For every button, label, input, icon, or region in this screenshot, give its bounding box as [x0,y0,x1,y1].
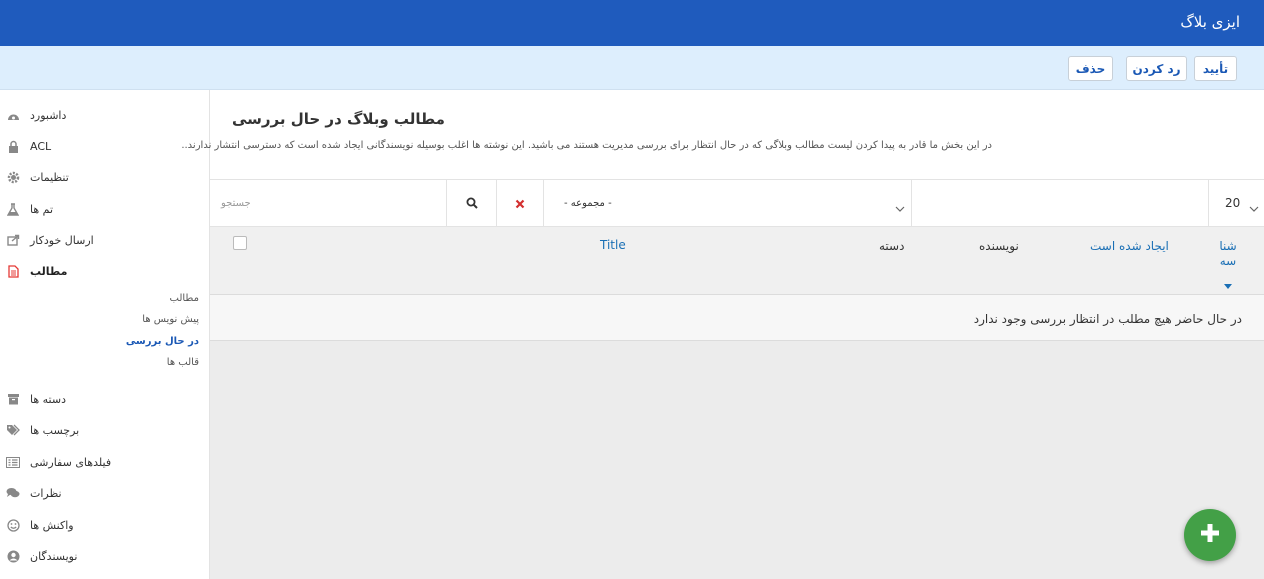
sidebar-item-authors[interactable]: نویسندگان [0,546,210,566]
list-icon [6,455,20,469]
submenu-item-posts[interactable]: مطالب [170,293,199,304]
lock-icon [6,139,20,153]
sidebar-item-label: دسته ها [30,392,66,406]
submenu-item-templates[interactable]: قالب ها [167,357,199,368]
filter-empty-cell [912,180,1209,226]
sort-desc-icon [1224,274,1232,293]
clear-filter-button[interactable] [497,180,544,226]
select-all-checkbox[interactable] [233,236,247,250]
sidebar-item-posts[interactable]: مطالب [0,261,210,281]
top-bar: ایزی بلاگ [0,0,1264,46]
user-icon [6,549,20,563]
column-category: دسته [879,239,905,253]
empty-state-message: در حال حاضر هیچ مطلب در انتظار بررسی وجو… [973,312,1242,326]
submenu-item-in-review[interactable]: در حال بررسی [126,336,199,347]
gear-icon [6,170,20,184]
search-button[interactable] [447,180,497,226]
tags-icon [6,423,20,437]
sidebar-item-label: ارسال خودکار [30,233,94,247]
sidebar-item-label: برچسب ها [30,423,80,437]
share-icon [6,233,20,247]
smile-icon [6,518,20,532]
sidebar-item-label: ACL [30,139,52,153]
archive-icon [6,392,20,406]
sidebar-item-acl[interactable]: ACL [0,136,210,156]
sidebar-item-label: مطالب [30,264,68,278]
category-select[interactable]: - مجموعه - [544,180,912,226]
page-title: مطالب وبلاگ در حال بررسی [232,110,445,128]
submenu-item-drafts[interactable]: پیش نویس ها [142,314,199,325]
approve-button[interactable]: تأیید [1194,56,1237,81]
reject-button[interactable]: رد کردن [1126,56,1187,81]
main-content: مطالب وبلاگ در حال بررسی در این بخش ما ق… [181,90,1264,579]
column-id[interactable]: شنا سه [1214,239,1242,269]
sidebar-item-label: تنظیمات [30,170,69,184]
add-post-button[interactable] [1184,509,1236,561]
chevron-down-icon [1249,198,1259,217]
search-input[interactable]: جستجو [221,198,251,209]
sidebar-item-label: نظرات [30,486,62,500]
empty-state-row: در حال حاضر هیچ مطلب در انتظار بررسی وجو… [210,295,1264,341]
chevron-down-icon [895,198,905,217]
sidebar-item-label: داشبورد [30,108,67,122]
column-created[interactable]: ایجاد شده است [1090,239,1169,253]
sidebar-item-settings[interactable]: تنظیمات [0,167,210,187]
page-description: در این بخش ما قادر به پیدا کردن لیست مطا… [181,140,992,151]
sidebar-item-reactions[interactable]: واکنش ها [0,515,210,535]
close-icon [515,194,525,213]
sidebar-item-label: فیلدهای سفارشی [30,455,112,469]
sidebar-item-autopost[interactable]: ارسال خودکار [0,230,210,250]
page-header: مطالب وبلاگ در حال بررسی در این بخش ما ق… [181,90,1264,179]
dashboard-icon [6,108,20,122]
column-author: نویسنده [979,239,1019,253]
sidebar-item-categories[interactable]: دسته ها [0,389,210,409]
plus-icon [1199,522,1221,548]
sidebar-item-dashboard[interactable]: داشبورد [0,105,210,125]
action-toolbar: تأیید رد کردن حذف [0,46,1264,90]
sidebar-item-themes[interactable]: تم ها [0,199,210,219]
filter-bar: جستجو - مجموعه - 20 [210,179,1264,227]
search-icon [466,194,478,213]
search-field[interactable]: جستجو [210,180,447,226]
comments-icon [6,486,20,500]
sidebar-item-custom-fields[interactable]: فیلدهای سفارشی [0,452,210,472]
per-page-value: 20 [1225,196,1241,210]
per-page-select[interactable]: 20 [1209,180,1264,226]
sidebar-item-tags[interactable]: برچسب ها [0,420,210,440]
sidebar-item-label: نویسندگان [30,549,78,563]
sidebar-item-label: واکنش ها [30,518,74,532]
delete-button[interactable]: حذف [1068,56,1113,81]
brand-title[interactable]: ایزی بلاگ [1180,13,1240,31]
sidebar-item-comments[interactable]: نظرات [0,483,210,503]
flask-icon [6,202,20,216]
document-icon [6,264,20,278]
table-header: Title دسته نویسنده ایجاد شده است شنا سه [210,227,1264,295]
sidebar-item-label: تم ها [30,202,54,216]
sidebar: داشبورد ACL تنظیمات تم ها ارسال خودکار م… [0,90,210,579]
category-select-value: - مجموعه - [564,197,612,209]
column-title[interactable]: Title [600,238,626,252]
